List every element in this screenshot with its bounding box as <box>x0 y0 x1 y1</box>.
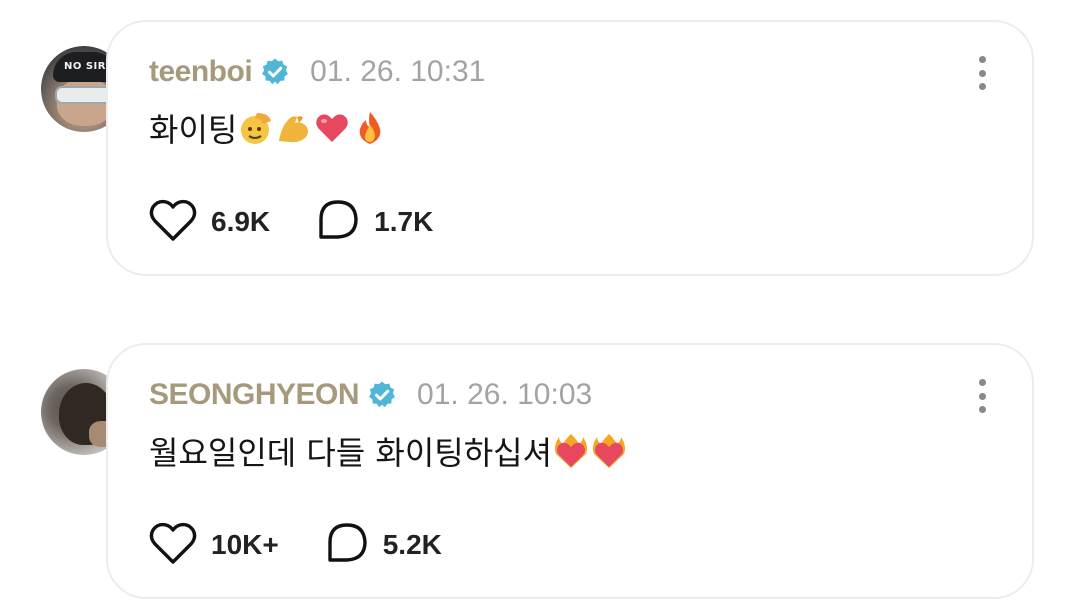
comment-actions: 10K+ 5.2K <box>149 521 442 569</box>
like-count: 10K+ <box>211 529 279 560</box>
fire-icon <box>351 109 389 158</box>
comment-card: SEONGHYEON 01. 26. 10:03 월요일인데 다들 화이팅하십셔… <box>106 343 1034 599</box>
comment-header: teenboi 01. 26. 10:31 <box>149 50 485 94</box>
timestamp: 01. 26. 10:03 <box>417 378 593 411</box>
reply-button[interactable]: 1.7K <box>316 198 433 246</box>
comment-actions: 6.9K 1.7K <box>149 198 433 246</box>
username[interactable]: teenboi <box>149 55 253 89</box>
reply-button[interactable]: 5.2K <box>325 521 442 569</box>
flexed-biceps-icon <box>275 109 313 158</box>
like-button[interactable]: 6.9K <box>149 198 270 246</box>
verified-badge-icon <box>260 57 290 87</box>
timestamp: 01. 26. 10:31 <box>310 55 486 88</box>
comment-count: 5.2K <box>382 529 442 560</box>
verified-badge-icon <box>367 380 397 410</box>
comment-bubble-icon <box>316 198 360 246</box>
heart-on-fire-icon <box>552 432 590 481</box>
more-options-icon[interactable] <box>974 379 990 413</box>
red-heart-icon <box>313 109 351 158</box>
comment-text: 화이팅 <box>149 108 389 158</box>
heart-icon <box>149 198 197 246</box>
more-options-icon[interactable] <box>974 56 990 90</box>
comment-count: 1.7K <box>374 206 434 237</box>
username[interactable]: SEONGHYEON <box>149 378 360 412</box>
comment-header: SEONGHYEON 01. 26. 10:03 <box>149 373 592 417</box>
comment-text: 월요일인데 다들 화이팅하십셔 <box>149 431 628 481</box>
comment-card: teenboi 01. 26. 10:31 화이팅 6.9K 1.7K <box>106 20 1034 276</box>
comment-bubble-icon <box>325 521 369 569</box>
comment-body: 월요일인데 다들 화이팅하십셔 <box>149 434 553 472</box>
saluting-face-icon <box>237 109 275 158</box>
like-button[interactable]: 10K+ <box>149 521 279 569</box>
heart-on-fire-icon <box>590 432 628 481</box>
comment-feed: NO SIR teenboi 01. 26. 10:31 화이팅 6.9K 1.… <box>0 0 1080 616</box>
heart-icon <box>149 521 197 569</box>
comment-body: 화이팅 <box>149 111 238 149</box>
like-count: 6.9K <box>211 206 271 237</box>
